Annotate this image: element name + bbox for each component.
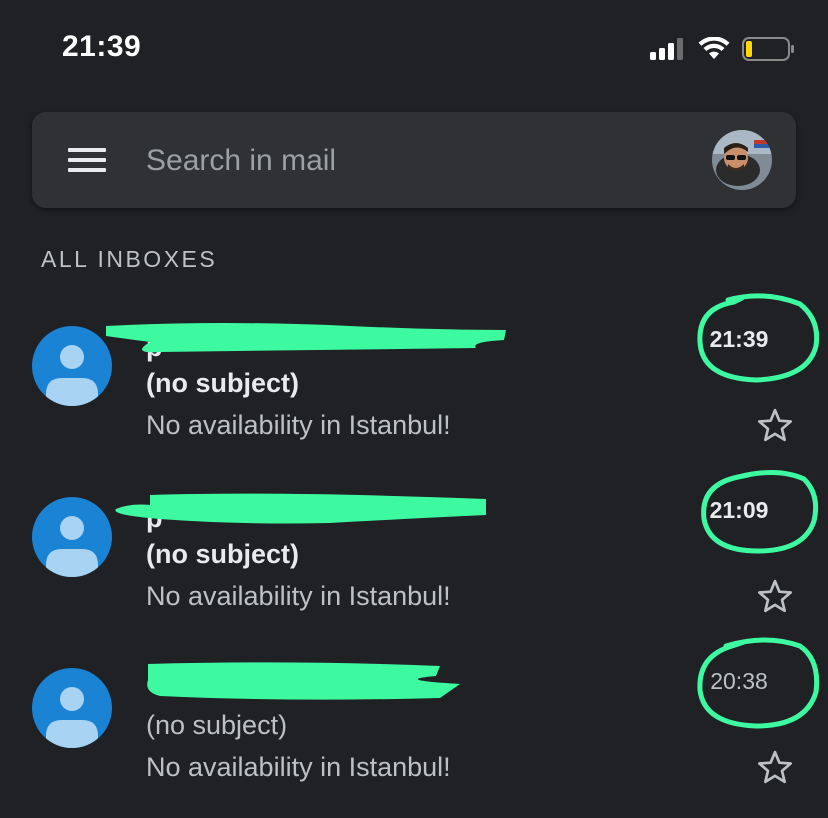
- account-avatar[interactable]: [712, 130, 772, 190]
- star-icon[interactable]: [755, 748, 795, 788]
- message-sender: p: [146, 503, 163, 533]
- message-subject: (no subject): [146, 368, 299, 398]
- sender-avatar-icon: [32, 497, 112, 577]
- search-bar[interactable]: [32, 112, 796, 208]
- sender-avatar-icon: [32, 668, 112, 748]
- message-snippet: No availability in Istanbul!: [146, 581, 451, 611]
- redaction-marker: [106, 323, 506, 353]
- message-subject: (no subject): [146, 710, 288, 740]
- sender-avatar-icon: [32, 326, 112, 406]
- status-bar-time: 21:39: [62, 30, 142, 63]
- message-row[interactable]: p (no subject) No availability in Istanb…: [0, 293, 828, 468]
- message-snippet: No availability in Istanbul!: [146, 752, 451, 782]
- battery-low-icon: [742, 37, 794, 61]
- wifi-icon: [698, 37, 730, 59]
- message-time: 21:39: [709, 326, 769, 352]
- message-sender: p: [146, 332, 163, 362]
- message-subject: (no subject): [146, 539, 299, 569]
- gmail-inbox-screen: 21:39 Search in mail ALL INBOXES p (no s…: [0, 0, 828, 818]
- cellular-signal-icon: [650, 38, 683, 60]
- hamburger-menu-icon[interactable]: [68, 148, 106, 172]
- inbox-section-label: ALL INBOXES: [41, 246, 218, 272]
- message-time: 21:09: [709, 497, 769, 523]
- message-row[interactable]: (no subject) No availability in Istanbul…: [0, 637, 828, 810]
- star-icon[interactable]: [755, 577, 795, 617]
- message-row[interactable]: p (no subject) No availability in Istanb…: [0, 469, 828, 639]
- status-bar-icons: [650, 36, 796, 62]
- message-snippet: No availability in Istanbul!: [146, 410, 451, 440]
- search-input[interactable]: [144, 136, 688, 186]
- star-icon[interactable]: [755, 406, 795, 446]
- redaction-marker: [147, 662, 460, 700]
- message-time: 20:38: [710, 668, 768, 694]
